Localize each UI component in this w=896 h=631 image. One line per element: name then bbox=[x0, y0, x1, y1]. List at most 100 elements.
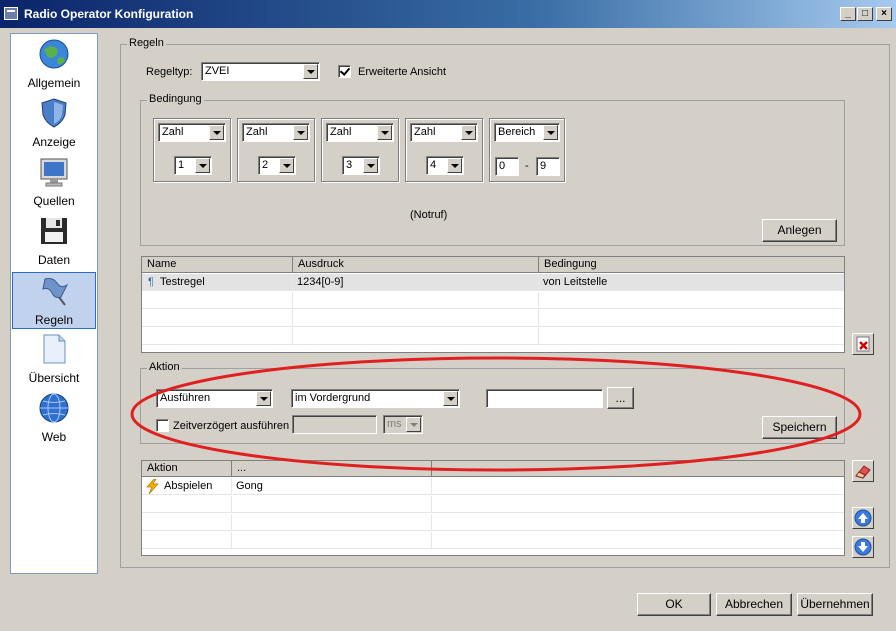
shield-icon bbox=[41, 98, 67, 128]
apply-button[interactable]: Übernehmen bbox=[797, 593, 873, 616]
chevron-down-icon[interactable] bbox=[209, 125, 224, 140]
table-row[interactable] bbox=[142, 496, 844, 513]
delay-unit-value: ms bbox=[387, 418, 402, 430]
rule-name-cell: ¶ Testregel bbox=[142, 274, 293, 291]
column-header-bedingung[interactable]: Bedingung bbox=[539, 257, 844, 273]
sidebar-item-daten[interactable]: Daten bbox=[12, 213, 96, 270]
aktion-caption: Aktion bbox=[147, 361, 182, 373]
chevron-down-icon[interactable] bbox=[543, 125, 558, 140]
sidebar-item-label: Daten bbox=[37, 253, 71, 267]
sidebar-item-label: Allgemein bbox=[27, 76, 81, 90]
cancel-button[interactable]: Abbrechen bbox=[716, 593, 792, 616]
condition-digit-3: Zahl 3 bbox=[321, 118, 399, 182]
delay-checkbox[interactable] bbox=[156, 419, 169, 432]
chevron-down-icon[interactable] bbox=[461, 125, 476, 140]
maximize-button[interactable]: □ bbox=[857, 7, 873, 21]
actions-table[interactable]: Aktion ... Abspielen Gong bbox=[141, 460, 845, 556]
chevron-down-icon[interactable] bbox=[293, 125, 308, 140]
condition-digit-2: Zahl 2 bbox=[237, 118, 315, 182]
sidebar-item-web[interactable]: Web bbox=[12, 390, 96, 447]
minimize-button[interactable]: _ bbox=[840, 7, 856, 21]
arrow-up-icon bbox=[854, 509, 872, 527]
move-up-button[interactable] bbox=[852, 507, 874, 529]
pilcrow-icon: ¶ bbox=[148, 276, 154, 288]
regeltyp-label: Regeltyp: bbox=[146, 66, 193, 78]
action-name-cell: Abspielen bbox=[142, 478, 232, 495]
table-row[interactable] bbox=[142, 292, 844, 309]
sidebar-item-anzeige[interactable]: Anzeige bbox=[12, 95, 96, 152]
digit-type-select[interactable]: Zahl bbox=[326, 123, 394, 142]
condition-digit-4: Zahl 4 bbox=[405, 118, 483, 182]
move-down-button[interactable] bbox=[852, 536, 874, 558]
range-from-input[interactable]: 0 bbox=[495, 157, 519, 176]
ok-button[interactable]: OK bbox=[637, 593, 711, 616]
digit-type-select[interactable]: Zahl bbox=[158, 123, 226, 142]
digit-type-select[interactable]: Zahl bbox=[242, 123, 310, 142]
regeltyp-select[interactable]: ZVEI bbox=[201, 62, 320, 81]
delay-label: Zeitverzögert ausführen bbox=[173, 420, 290, 432]
chevron-down-icon[interactable] bbox=[279, 158, 294, 173]
anlegen-button[interactable]: Anlegen bbox=[762, 219, 837, 242]
sidebar-item-label: Regeln bbox=[34, 313, 74, 327]
sidebar-item-regeln[interactable]: Regeln bbox=[12, 272, 96, 329]
sidebar-item-allgemein[interactable]: Allgemein bbox=[12, 36, 96, 93]
action-param-cell: Gong bbox=[232, 478, 432, 495]
digit-type-select[interactable]: Zahl bbox=[410, 123, 478, 142]
digit-value-select[interactable]: 3 bbox=[342, 156, 380, 175]
action-parameter-input[interactable] bbox=[486, 389, 603, 408]
chevron-down-icon[interactable] bbox=[363, 158, 378, 173]
digit-value-select[interactable]: 2 bbox=[258, 156, 296, 175]
chevron-down-icon[interactable] bbox=[447, 158, 462, 173]
sidebar-item-quellen[interactable]: Quellen bbox=[12, 154, 96, 211]
digit-value-select[interactable]: 4 bbox=[426, 156, 464, 175]
chevron-down-icon[interactable] bbox=[256, 391, 271, 406]
range-separator: - bbox=[525, 160, 529, 172]
condition-note: (Notruf) bbox=[410, 209, 448, 221]
chevron-down-icon[interactable] bbox=[377, 125, 392, 140]
rules-table-header: Name Ausdruck Bedingung bbox=[142, 257, 844, 273]
column-header-aktion[interactable]: Aktion bbox=[142, 461, 232, 477]
chevron-down-icon[interactable] bbox=[303, 64, 318, 79]
browse-button[interactable]: ... bbox=[607, 387, 634, 409]
close-button[interactable]: × bbox=[876, 7, 892, 21]
title-bar[interactable]: Radio Operator Konfiguration _ □ × bbox=[0, 0, 896, 28]
digit-type-value: Zahl bbox=[330, 126, 352, 138]
table-row[interactable] bbox=[142, 514, 844, 531]
action-mode-select[interactable]: im Vordergrund bbox=[291, 389, 460, 408]
action-mode-value: im Vordergrund bbox=[295, 392, 371, 404]
empty-cell bbox=[293, 310, 539, 327]
delay-input[interactable] bbox=[292, 415, 377, 434]
digit-type-value: Zahl bbox=[162, 126, 184, 138]
column-header-name[interactable]: Name bbox=[142, 257, 293, 273]
delete-rule-button[interactable] bbox=[852, 333, 874, 355]
digit-value-select[interactable]: 1 bbox=[174, 156, 212, 175]
action-type-value: Ausführen bbox=[160, 392, 211, 404]
column-header-extra[interactable] bbox=[432, 461, 844, 477]
column-header-ausdruck[interactable]: Ausdruck bbox=[293, 257, 539, 273]
column-header-parameter[interactable]: ... bbox=[232, 461, 432, 477]
condition-digit-1: Zahl 1 bbox=[153, 118, 231, 182]
chevron-down-icon[interactable] bbox=[195, 158, 210, 173]
digit-type-value: Zahl bbox=[414, 126, 436, 138]
clear-actions-button[interactable] bbox=[852, 460, 874, 482]
digit-type-value: Zahl bbox=[246, 126, 268, 138]
table-row[interactable]: Abspielen Gong bbox=[142, 478, 844, 495]
table-row[interactable] bbox=[142, 532, 844, 549]
table-row[interactable]: ¶ Testregel 1234[0-9] von Leitstelle bbox=[142, 274, 844, 291]
sidebar-item-uebersicht[interactable]: Übersicht bbox=[12, 331, 96, 388]
rules-table[interactable]: Name Ausdruck Bedingung ¶ Testregel 1234… bbox=[141, 256, 845, 353]
range-type-select[interactable]: Bereich bbox=[494, 123, 560, 142]
speichern-button[interactable]: Speichern bbox=[762, 416, 837, 439]
chevron-down-icon[interactable] bbox=[406, 417, 421, 432]
regeln-caption: Regeln bbox=[127, 37, 166, 49]
window-title: Radio Operator Konfiguration bbox=[24, 7, 194, 21]
floppy-disk-icon bbox=[41, 218, 67, 244]
range-to-input[interactable]: 9 bbox=[536, 157, 560, 176]
table-row[interactable] bbox=[142, 328, 844, 345]
table-row[interactable] bbox=[142, 310, 844, 327]
delay-unit-select[interactable]: ms bbox=[383, 415, 423, 434]
actions-table-header: Aktion ... bbox=[142, 461, 844, 477]
action-type-select[interactable]: Ausführen bbox=[156, 389, 273, 408]
erweiterte-ansicht-checkbox[interactable] bbox=[338, 65, 351, 78]
chevron-down-icon[interactable] bbox=[443, 391, 458, 406]
